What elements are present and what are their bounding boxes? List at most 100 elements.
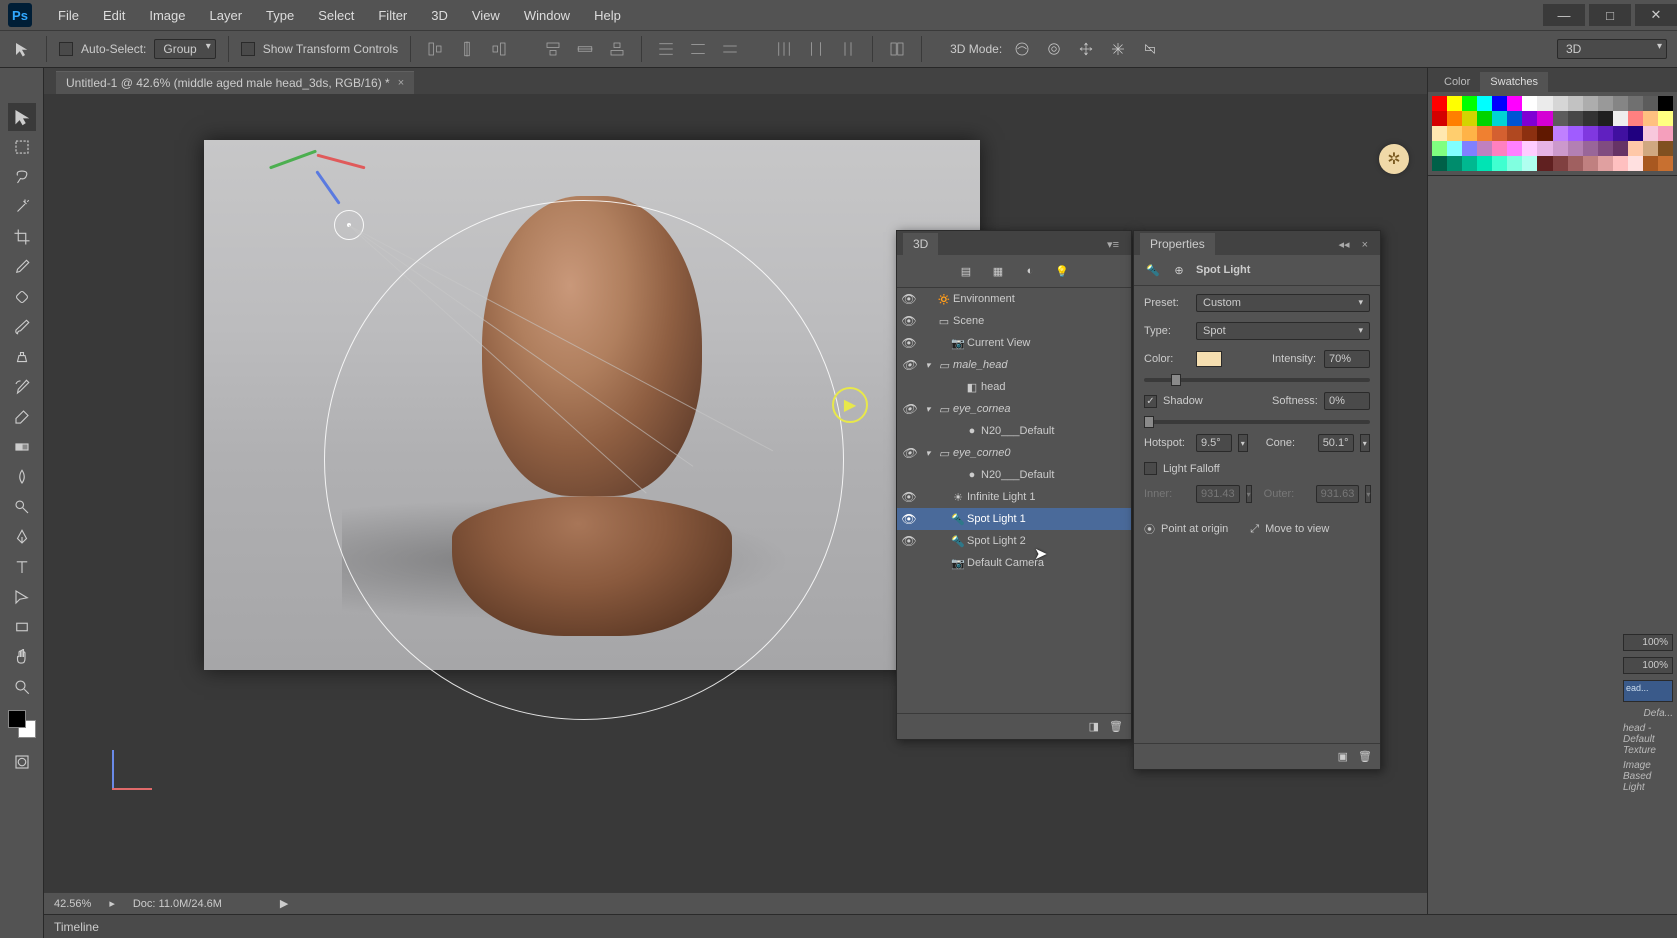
visibility-toggle[interactable]: 👁 xyxy=(897,490,921,504)
light-cone-circle[interactable] xyxy=(324,200,844,720)
type-dropdown[interactable]: Spot xyxy=(1196,322,1370,340)
rectangle-tool[interactable] xyxy=(8,613,36,641)
swatch[interactable] xyxy=(1598,156,1613,171)
visibility-toggle[interactable]: 👁 xyxy=(897,358,921,372)
dodge-tool[interactable] xyxy=(8,493,36,521)
swatch[interactable] xyxy=(1643,96,1658,111)
swatch[interactable] xyxy=(1477,141,1492,156)
hand-tool[interactable] xyxy=(8,643,36,671)
scene-item[interactable]: 👁🔦Spot Light 2 xyxy=(897,530,1131,552)
3d-pan-icon[interactable] xyxy=(1074,37,1098,61)
expand-status-icon[interactable]: ▸ xyxy=(109,897,115,910)
swatch[interactable] xyxy=(1583,111,1598,126)
swatch[interactable] xyxy=(1613,156,1628,171)
align-top-edges-icon[interactable] xyxy=(541,37,565,61)
swatch[interactable] xyxy=(1522,141,1537,156)
zoom-tool[interactable] xyxy=(8,673,36,701)
quick-mask-tool[interactable] xyxy=(8,748,36,776)
swatch[interactable] xyxy=(1507,126,1522,141)
swatch[interactable] xyxy=(1507,156,1522,171)
menu-type[interactable]: Type xyxy=(254,0,306,30)
preset-dropdown[interactable]: Custom xyxy=(1196,294,1370,312)
light-target-handle[interactable] xyxy=(832,387,868,423)
align-vertical-centers-icon[interactable] xyxy=(573,37,597,61)
scene-item[interactable]: 👁🔦Spot Light 1 xyxy=(897,508,1131,530)
tab-3d[interactable]: 3D xyxy=(903,233,938,255)
intensity-input[interactable]: 70% xyxy=(1324,350,1370,368)
panel-close-icon[interactable]: × xyxy=(1356,235,1374,255)
swatch[interactable] xyxy=(1658,156,1673,171)
swatch[interactable] xyxy=(1447,141,1462,156)
visibility-toggle[interactable]: 👁 xyxy=(897,446,921,460)
swatch[interactable] xyxy=(1492,156,1507,171)
swatch[interactable] xyxy=(1613,141,1628,156)
document-canvas[interactable] xyxy=(204,140,980,670)
swatch[interactable] xyxy=(1628,126,1643,141)
swatch[interactable] xyxy=(1553,96,1568,111)
swatch[interactable] xyxy=(1522,156,1537,171)
menu-select[interactable]: Select xyxy=(306,0,366,30)
layer-thumbnail[interactable]: ead... xyxy=(1623,680,1673,702)
zoom-level[interactable]: 42.56% xyxy=(54,898,91,910)
3d-slide-icon[interactable] xyxy=(1106,37,1130,61)
swatch[interactable] xyxy=(1522,96,1537,111)
swatches-grid[interactable] xyxy=(1428,92,1677,175)
magic-wand-tool[interactable] xyxy=(8,193,36,221)
filter-lights-icon[interactable]: 💡 xyxy=(1052,261,1072,281)
swatch[interactable] xyxy=(1462,141,1477,156)
visibility-toggle[interactable]: 👁 xyxy=(897,314,921,328)
3d-roll-icon[interactable] xyxy=(1042,37,1066,61)
swatch[interactable] xyxy=(1598,126,1613,141)
distribute-vcenter-icon[interactable] xyxy=(686,37,710,61)
visibility-toggle[interactable]: 👁 xyxy=(897,402,921,416)
type-tool[interactable] xyxy=(8,553,36,581)
swatch[interactable] xyxy=(1507,141,1522,156)
swatch[interactable] xyxy=(1598,96,1613,111)
distribute-hcenter-icon[interactable] xyxy=(804,37,828,61)
crop-tool[interactable] xyxy=(8,223,36,251)
softness-input[interactable]: 0% xyxy=(1324,392,1370,410)
distribute-top-icon[interactable] xyxy=(654,37,678,61)
softness-slider[interactable] xyxy=(1144,420,1370,424)
swatch[interactable] xyxy=(1598,111,1613,126)
swatch[interactable] xyxy=(1628,141,1643,156)
swatch[interactable] xyxy=(1477,126,1492,141)
align-bottom-edges-icon[interactable] xyxy=(605,37,629,61)
swatch[interactable] xyxy=(1568,111,1583,126)
scene-item[interactable]: ●N20___Default xyxy=(897,420,1131,442)
swatch[interactable] xyxy=(1522,111,1537,126)
color-swatches[interactable] xyxy=(8,710,36,738)
3d-widget-icon[interactable]: ✲ xyxy=(1379,144,1409,174)
gradient-tool[interactable] xyxy=(8,433,36,461)
menu-3d[interactable]: 3D xyxy=(419,0,460,30)
render-icon[interactable]: ▣ xyxy=(1338,750,1348,763)
tab-swatches[interactable]: Swatches xyxy=(1480,72,1548,92)
menu-help[interactable]: Help xyxy=(582,0,633,30)
swatch[interactable] xyxy=(1613,96,1628,111)
align-left-edges-icon[interactable] xyxy=(423,37,447,61)
scene-item[interactable]: 👁📷Current View xyxy=(897,332,1131,354)
scene-item[interactable]: 👁▾▭eye_corne0 xyxy=(897,442,1131,464)
swatch[interactable] xyxy=(1628,111,1643,126)
lasso-tool[interactable] xyxy=(8,163,36,191)
blur-tool[interactable] xyxy=(8,463,36,491)
filter-materials-icon[interactable]: ◐ xyxy=(1020,261,1040,281)
marquee-tool[interactable] xyxy=(8,133,36,161)
healing-brush-tool[interactable] xyxy=(8,283,36,311)
swatch[interactable] xyxy=(1492,141,1507,156)
swatch[interactable] xyxy=(1432,141,1447,156)
move-to-view-icon[interactable]: ⤢ xyxy=(1250,523,1259,536)
filter-meshes-icon[interactable]: ▦ xyxy=(988,261,1008,281)
point-at-origin-button[interactable]: Point at origin xyxy=(1161,523,1228,535)
swatch[interactable] xyxy=(1583,96,1598,111)
swatch[interactable] xyxy=(1447,111,1462,126)
panel-collapse-icon[interactable]: ◂◂ xyxy=(1333,234,1356,255)
hotspot-input[interactable]: 9.5° xyxy=(1196,434,1232,452)
swatch[interactable] xyxy=(1553,111,1568,126)
show-transform-checkbox[interactable] xyxy=(241,42,255,56)
document-tab[interactable]: Untitled-1 @ 42.6% (middle aged male hea… xyxy=(56,71,414,94)
align-right-edges-icon[interactable] xyxy=(487,37,511,61)
eraser-tool[interactable] xyxy=(8,403,36,431)
swatch[interactable] xyxy=(1537,141,1552,156)
swatch[interactable] xyxy=(1522,126,1537,141)
